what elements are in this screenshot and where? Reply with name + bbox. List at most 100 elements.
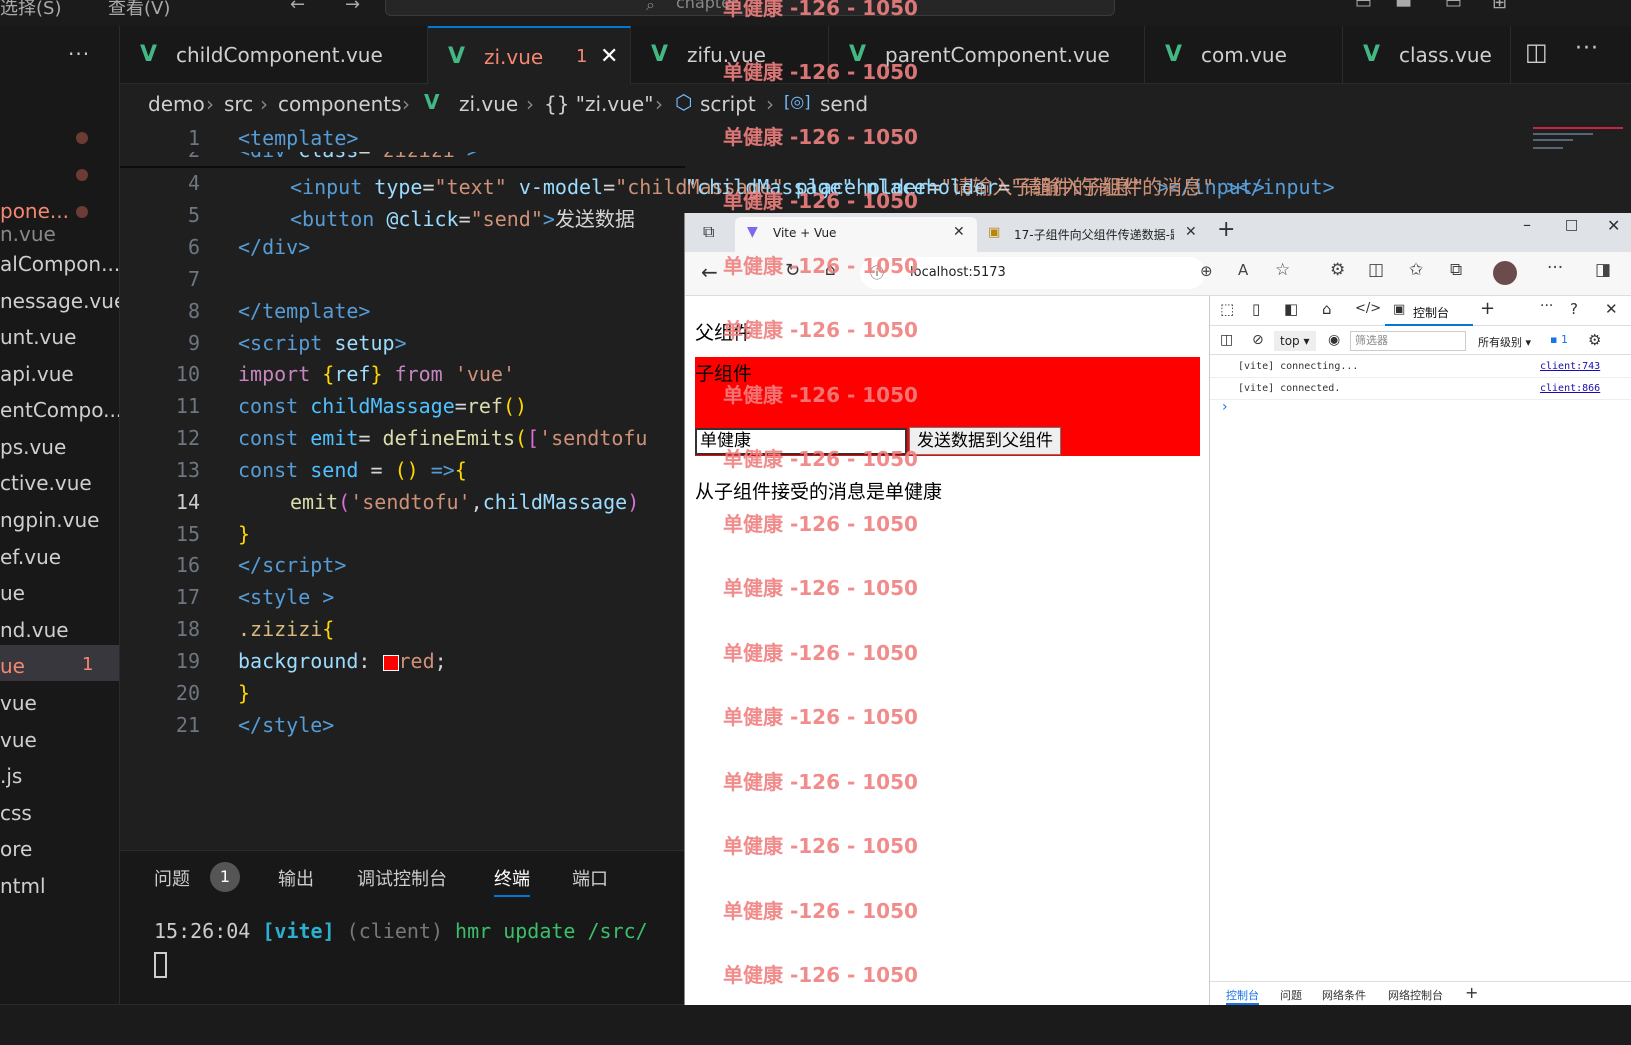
- file-item[interactable]: alCompon...: [0, 252, 119, 276]
- crumb-item[interactable]: components: [278, 92, 402, 116]
- send-to-parent-button[interactable]: 发送数据到父组件: [909, 427, 1061, 455]
- file-item[interactable]: ore: [0, 837, 32, 861]
- maximize-icon[interactable]: □: [1565, 217, 1578, 233]
- back-icon[interactable]: ←: [701, 260, 718, 284]
- active-file-row[interactable]: ue 1: [0, 645, 119, 681]
- log-level-select[interactable]: 所有级别 ▾: [1478, 334, 1531, 350]
- more-icon[interactable]: ···: [1547, 258, 1563, 278]
- welcome-icon[interactable]: ⌂: [1322, 300, 1332, 318]
- close-devtools-icon[interactable]: ✕: [1605, 300, 1618, 318]
- minimize-icon[interactable]: –: [1523, 215, 1531, 234]
- add-tool-icon[interactable]: +: [1480, 298, 1495, 319]
- more-actions-icon[interactable]: ···: [68, 42, 90, 66]
- tab-output[interactable]: 输出: [278, 865, 314, 891]
- console-prompt-icon[interactable]: ›: [1222, 399, 1228, 415]
- elements-icon[interactable]: </>: [1355, 301, 1381, 316]
- code-editor[interactable]: 1 <template> 2 <div class="zizizi"> 4 <i…: [120, 126, 1470, 850]
- tab-actions-icon[interactable]: ⧉: [703, 222, 714, 242]
- file-item[interactable]: ue: [0, 581, 25, 605]
- new-tab-icon[interactable]: +: [1217, 217, 1235, 242]
- more-actions-icon[interactable]: ···: [1575, 36, 1599, 61]
- close-icon[interactable]: ✕: [600, 28, 618, 86]
- settings-icon[interactable]: ⚙: [1588, 331, 1601, 349]
- menu-select[interactable]: 选择(S): [0, 0, 61, 20]
- sidebar-toggle-icon[interactable]: ◨: [1595, 260, 1611, 280]
- favorites-bar-icon[interactable]: ✩: [1409, 260, 1423, 280]
- close-window-icon[interactable]: ✕: [1607, 216, 1620, 235]
- tab-terminal[interactable]: 终端: [494, 865, 530, 897]
- inspect-icon[interactable]: ⬚: [1220, 300, 1234, 318]
- file-item[interactable]: ef.vue: [0, 545, 61, 569]
- minimap[interactable]: [1523, 125, 1631, 170]
- tab-class[interactable]: V class.vue: [1343, 26, 1511, 84]
- menu-view[interactable]: 查看(V): [108, 0, 170, 20]
- file-item[interactable]: css: [0, 801, 32, 825]
- tab-com[interactable]: V com.vue: [1145, 26, 1343, 84]
- crumb-item[interactable]: zi.vue: [459, 92, 518, 116]
- collections-icon[interactable]: ⧉: [1450, 260, 1462, 280]
- eye-icon[interactable]: ◉: [1328, 332, 1340, 348]
- avatar[interactable]: [1493, 261, 1517, 285]
- file-item[interactable]: vue: [0, 691, 37, 715]
- zoom-icon[interactable]: ⊕: [1200, 262, 1213, 280]
- customize-layout-icon[interactable]: ⊞: [1492, 0, 1507, 13]
- tab-debug-console[interactable]: 调试控制台: [357, 865, 447, 891]
- favorite-icon[interactable]: ☆: [1275, 260, 1290, 280]
- layout-sidebar-icon[interactable]: ▭: [1445, 0, 1462, 13]
- file-item[interactable]: .js: [0, 764, 22, 788]
- file-item[interactable]: n.vue: [0, 222, 56, 246]
- crumb-item[interactable]: {} "zi.vue": [544, 92, 653, 116]
- browser-tab-vite[interactable]: ▼ Vite + Vue ✕: [735, 217, 977, 252]
- crumb-item[interactable]: send: [820, 92, 868, 116]
- file-item[interactable]: api.vue: [0, 362, 74, 386]
- log-source-link[interactable]: client:866: [1540, 383, 1600, 394]
- crumb-item[interactable]: script: [700, 92, 756, 116]
- layout-icon[interactable]: ▭: [1355, 0, 1372, 13]
- layout-panel-icon[interactable]: ▬: [1395, 0, 1412, 13]
- tab-childcomponent[interactable]: V childComponent.vue: [120, 26, 428, 84]
- drawer-tab[interactable]: 网络控制台: [1388, 987, 1443, 1003]
- issues-count[interactable]: ▪ 1: [1550, 333, 1568, 346]
- nav-forward-icon[interactable]: →: [345, 0, 360, 15]
- crumb-item[interactable]: demo: [148, 92, 205, 116]
- drawer-tab[interactable]: 控制台: [1226, 987, 1259, 1005]
- tab-console[interactable]: ▣ 控制台: [1385, 296, 1473, 326]
- file-item[interactable]: ctive.vue: [0, 471, 92, 495]
- console-filter-input[interactable]: 筛选器: [1350, 331, 1466, 351]
- terminal-output[interactable]: 15:26:04 [vite] (client) hmr update /src…: [154, 919, 648, 943]
- file-item[interactable]: nd.vue: [0, 618, 69, 642]
- file-item[interactable]: pone...: [0, 199, 69, 223]
- drawer-tab[interactable]: 网络条件: [1322, 987, 1366, 1003]
- file-item[interactable]: ntml: [0, 874, 46, 898]
- add-drawer-tab-icon[interactable]: +: [1465, 983, 1478, 1002]
- close-icon[interactable]: ✕: [1185, 224, 1197, 240]
- browser-tab-2[interactable]: ▣ 17-子组件向父组件传递数据-题库 ✕: [980, 217, 1210, 252]
- color-swatch[interactable]: [382, 654, 399, 671]
- help-icon[interactable]: ?: [1570, 300, 1578, 318]
- drawer-tab[interactable]: 问题: [1280, 987, 1302, 1003]
- more-tools-icon[interactable]: ···: [1540, 298, 1553, 314]
- log-source-link[interactable]: client:743: [1540, 361, 1600, 372]
- extensions-icon[interactable]: ⚙: [1330, 260, 1345, 280]
- clear-console-icon[interactable]: ⊘: [1252, 332, 1264, 348]
- tab-problems[interactable]: 问题: [154, 865, 190, 891]
- file-item[interactable]: ngpin.vue: [0, 508, 99, 532]
- close-icon[interactable]: ✕: [953, 224, 965, 240]
- read-aloud-icon[interactable]: A: [1238, 261, 1248, 279]
- context-select[interactable]: top ▾: [1274, 331, 1316, 351]
- nav-back-icon[interactable]: ←: [290, 0, 305, 15]
- file-item[interactable]: nessage.vue: [0, 289, 119, 313]
- sidebar-icon[interactable]: ◫: [1220, 332, 1233, 348]
- crumb-item[interactable]: src: [224, 92, 253, 116]
- tab-ports[interactable]: 端口: [572, 865, 608, 891]
- split-screen-icon[interactable]: ◫: [1368, 260, 1384, 280]
- file-item[interactable]: entCompo...: [0, 398, 119, 422]
- vue-icon: V: [424, 90, 440, 114]
- file-item[interactable]: ps.vue: [0, 435, 66, 459]
- dock-icon[interactable]: ◧: [1284, 300, 1298, 318]
- device-icon[interactable]: ▯: [1252, 300, 1260, 318]
- file-item[interactable]: unt.vue: [0, 325, 76, 349]
- file-item[interactable]: vue: [0, 728, 37, 752]
- tab-zi-active[interactable]: V zi.vue 1 ✕: [428, 26, 631, 84]
- split-editor-icon[interactable]: ◫: [1525, 38, 1548, 66]
